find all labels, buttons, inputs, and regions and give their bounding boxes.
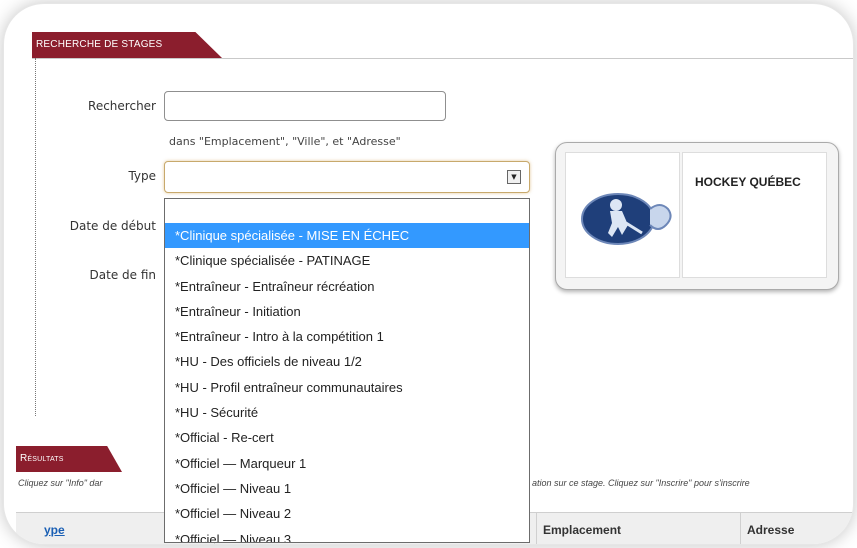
type-dropdown-list[interactable]: *Clinique spécialisée - MISE EN ÉCHEC *C… [164, 198, 530, 543]
org-name: HOCKEY QUÉBEC [695, 175, 801, 189]
org-logo-cell [565, 152, 680, 278]
dropdown-option[interactable]: *Entraîneur - Entraîneur récréation [165, 274, 529, 299]
dropdown-option[interactable]: *Officiel — Marqueur 1 [165, 451, 529, 476]
dropdown-blank-option[interactable] [165, 199, 529, 223]
panel-top-border [32, 58, 853, 59]
column-location[interactable]: Emplacement [536, 513, 743, 544]
org-name-cell: HOCKEY QUÉBEC [682, 152, 827, 278]
dropdown-option[interactable]: *Entraîneur - Initiation [165, 299, 529, 324]
hockey-quebec-logo-icon [581, 193, 672, 245]
results-note-left: Cliquez sur "Info" dar [18, 478, 103, 488]
dropdown-option[interactable]: *Clinique spécialisée - PATINAGE [165, 248, 529, 273]
start-date-label: Date de début [69, 219, 156, 233]
search-label: Rechercher [88, 99, 156, 113]
end-date-label: Date de fin [89, 268, 156, 282]
dropdown-option[interactable]: *Officiel — Niveau 3 [165, 527, 529, 542]
dropdown-option[interactable]: *HU - Des officiels de niveau 1/2 [165, 349, 529, 374]
results-tab-label: Résultats [20, 453, 64, 464]
dropdown-option[interactable]: *Officiel — Niveau 2 [165, 501, 529, 526]
type-select[interactable]: ▼ [164, 161, 530, 193]
column-address[interactable]: Adresse [740, 513, 853, 544]
browser-frame: RECHERCHE DE STAGES Rechercher dans "Emp… [4, 4, 853, 544]
search-tab-label: RECHERCHE DE STAGES [36, 39, 163, 50]
results-note-right: ation sur ce stage. Cliquez sur "Inscrir… [532, 478, 750, 488]
dropdown-option[interactable]: *Clinique spécialisée - MISE EN ÉCHEC [165, 223, 529, 249]
dropdown-option[interactable]: *Officiel — Niveau 1 [165, 476, 529, 501]
search-tab[interactable]: RECHERCHE DE STAGES [32, 32, 222, 58]
search-hint: dans "Emplacement", "Ville", et "Adresse… [169, 135, 401, 148]
dropdown-option[interactable]: *Official - Re-cert [165, 425, 529, 450]
search-input[interactable] [164, 91, 446, 121]
dropdown-option[interactable]: *Entraîneur - Intro à la compétition 1 [165, 324, 529, 349]
column-type[interactable]: ype [38, 513, 65, 544]
panel-left-border [35, 58, 36, 416]
results-tab[interactable]: Résultats [16, 446, 122, 472]
chevron-down-icon[interactable]: ▼ [507, 170, 521, 184]
org-card: HOCKEY QUÉBEC [555, 142, 839, 290]
dropdown-option[interactable]: *HU - Sécurité [165, 400, 529, 425]
type-label: Type [128, 169, 156, 183]
dropdown-option[interactable]: *HU - Profil entraîneur communautaires [165, 375, 529, 400]
